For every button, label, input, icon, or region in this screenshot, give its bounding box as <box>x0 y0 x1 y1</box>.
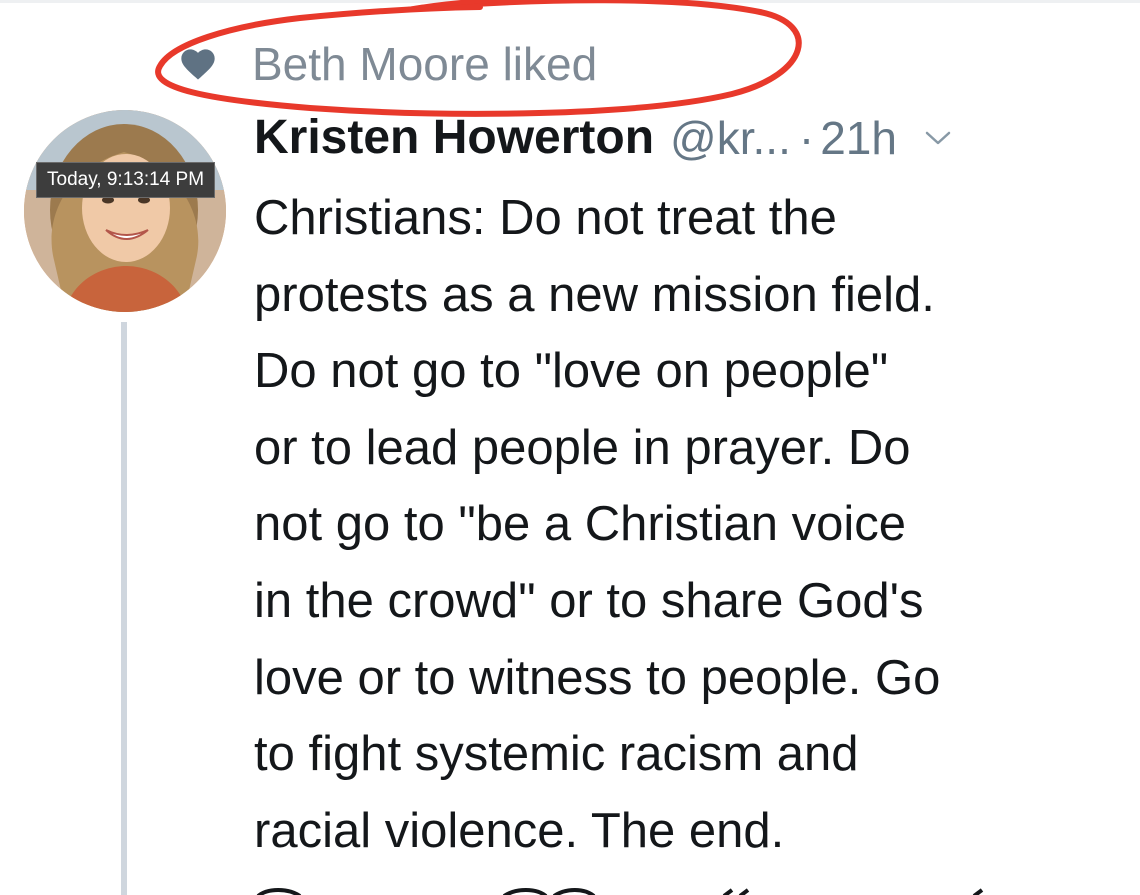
timestamp-tooltip: Today, 9:13:14 PM <box>36 162 216 198</box>
tweet-text-line: to fight systemic racism and <box>254 727 859 782</box>
tweet-text-line: protests as a new mission field. <box>254 267 935 322</box>
heart-icon <box>178 44 218 84</box>
tweet-text-line: love or to witness to people. Go <box>254 650 941 705</box>
tweet-text: Christians: Do not treat the protests as… <box>254 180 1124 869</box>
author-handle[interactable]: @kr... <box>670 106 791 170</box>
tweet-header: Kristen Howerton @kr... · 21h <box>254 106 953 170</box>
tweet-text-line: Do not go to "love on people" <box>254 344 889 399</box>
avatar[interactable] <box>24 110 226 312</box>
top-edge-divider <box>0 0 1140 3</box>
chevron-down-icon[interactable] <box>923 128 953 148</box>
tweet-text-line: or to lead people in prayer. Do <box>254 420 911 475</box>
tweet-text-line: racial violence. The end. <box>254 803 785 858</box>
liked-by-text: Beth Moore liked <box>252 38 598 90</box>
tweet-text-line: not go to "be a Christian voice <box>254 497 907 552</box>
tweet-timestamp[interactable]: 21h <box>820 106 897 170</box>
header-separator: · <box>798 112 815 164</box>
thread-line <box>121 322 127 895</box>
author-name[interactable]: Kristen Howerton <box>254 106 654 170</box>
cut-off-text-fragment <box>256 888 984 895</box>
tweet-text-line: Christians: Do not treat the <box>254 191 837 245</box>
tweet-text-line: in the crowd" or to share God's <box>254 573 924 628</box>
social-context[interactable]: Beth Moore liked <box>178 34 597 94</box>
